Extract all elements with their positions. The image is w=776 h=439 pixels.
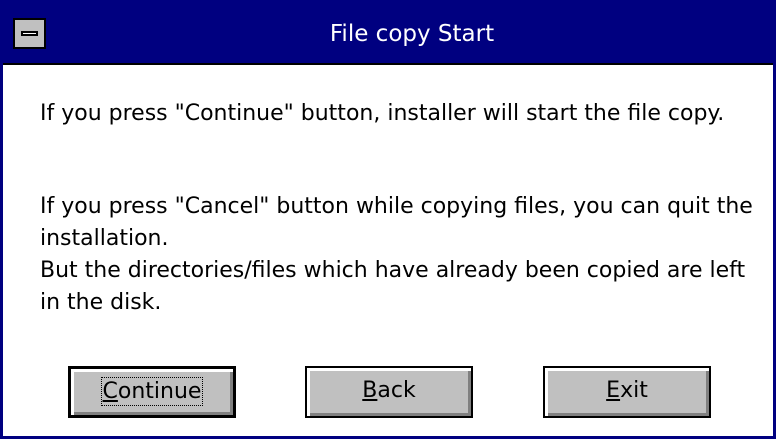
dialog-window: File copy Start If you press "Continue" … [0,0,776,439]
minus-icon [21,31,38,36]
continue-mnemonic: C [102,379,118,404]
message-paragraph-1: If you press "Continue" button, installe… [40,101,725,126]
back-label-rest: ack [377,378,416,403]
back-button[interactable]: Back [305,366,473,418]
title-bar[interactable]: File copy Start [3,4,773,65]
window-title: File copy Start [329,21,495,47]
back-button-label: Back [362,378,415,403]
system-menu-button[interactable] [13,18,46,49]
exit-button[interactable]: Exit [543,366,711,418]
continue-label-rest: ontinue [117,379,202,404]
exit-mnemonic: E [606,378,621,403]
message-paragraph-2-line-2: But the directories/files which have alr… [40,258,746,315]
message-paragraph-2-line-1: If you press "Cancel" button while copyi… [40,194,753,251]
exit-button-label: Exit [606,378,648,403]
exit-label-rest: xit [620,378,648,403]
continue-button[interactable]: Continue [68,366,236,418]
back-mnemonic: B [362,378,378,403]
continue-button-label: Continue [100,377,204,406]
